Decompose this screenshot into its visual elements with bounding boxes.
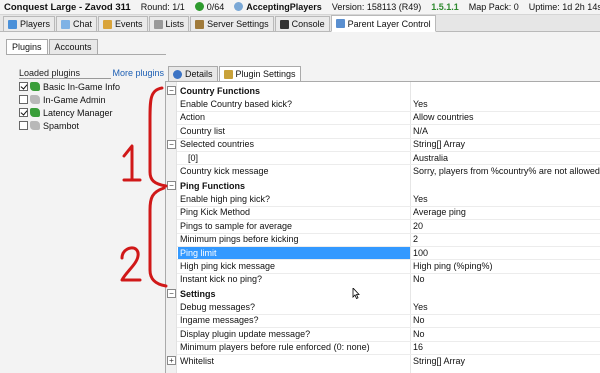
server-status-bar: Conquest Large - Zavod 311 Round: 1/1 0/…	[0, 0, 600, 15]
plugin-label: Basic In-Game Info	[43, 81, 121, 92]
plugin-settings-grid: − Country Functions Enable Country based …	[165, 81, 600, 373]
puzzle-green-icon	[30, 82, 40, 91]
tab-lists[interactable]: Lists	[148, 16, 190, 31]
tab-plugins[interactable]: Plugins	[6, 39, 48, 54]
plugin-label: Latency Manager	[43, 107, 113, 118]
tab-players[interactable]: Players	[3, 16, 56, 31]
tab-accounts[interactable]: Accounts	[48, 39, 98, 54]
setting-row[interactable]: Ping Kick Method Average ping	[166, 206, 600, 219]
puzzle-gray-icon	[30, 95, 40, 104]
category-country-functions[interactable]: − Country Functions	[166, 84, 600, 97]
setting-row[interactable]: Pings to sample for average 20	[166, 219, 600, 232]
tab-plugin-settings[interactable]: Plugin Settings	[218, 66, 301, 81]
round-info: Round: 1/1	[140, 2, 185, 12]
plugin-label: In-Game Admin	[43, 94, 106, 105]
server-settings-icon	[195, 19, 205, 29]
setting-row[interactable]: Enable Country based kick? Yes	[166, 97, 600, 110]
tab-parent-layer-control[interactable]: Parent Layer Control	[330, 15, 436, 32]
lists-icon	[153, 19, 163, 29]
setting-row[interactable]: Country kick message Sorry, players from …	[166, 164, 600, 177]
setting-row[interactable]: Action Allow countries	[166, 111, 600, 124]
setting-row[interactable]: Country list N/A	[166, 124, 600, 137]
main-tab-bar: Players Chat Events Lists Server Setting…	[0, 15, 600, 32]
setting-row[interactable]: − Selected countries String[] Array	[166, 138, 600, 151]
setting-row[interactable]: Debug messages? Yes	[166, 300, 600, 313]
puzzle-gray-icon	[30, 121, 40, 130]
setting-row[interactable]: Minimum pings before kicking 2	[166, 233, 600, 246]
map-pack: Map Pack: 0	[468, 2, 519, 12]
tab-server-settings[interactable]: Server Settings	[190, 16, 274, 31]
setting-row[interactable]: Ingame messages? No	[166, 314, 600, 327]
players-count: 0/64	[194, 2, 224, 12]
main-panel: Plugins Accounts Loaded plugins More plu…	[0, 32, 600, 373]
expand-icon[interactable]: +	[167, 356, 176, 366]
plugin-detail-tabs: Details Plugin Settings	[168, 66, 302, 81]
info-icon	[173, 69, 182, 79]
plugin-enable-checkbox[interactable]	[19, 95, 28, 104]
annotation-number-one	[122, 144, 142, 182]
players-icon	[8, 19, 17, 29]
more-plugins-link[interactable]: More plugins	[112, 68, 164, 78]
plugin-label: Spambot	[43, 120, 80, 131]
setting-row[interactable]: Minimum players before rule enforced (0:…	[166, 341, 600, 354]
category-settings[interactable]: − Settings	[166, 287, 600, 300]
category-ping-functions[interactable]: − Ping Functions	[166, 179, 600, 192]
loaded-plugins-title: Loaded plugins	[19, 68, 81, 78]
console-icon	[279, 19, 289, 29]
setting-row[interactable]: [0] Australia	[166, 151, 600, 164]
setting-row[interactable]: Enable high ping kick? Yes	[166, 192, 600, 205]
procon-build: 1.5.1.1	[431, 2, 459, 12]
server-state: AcceptingPlayers	[234, 2, 322, 12]
bracket-country	[148, 86, 168, 188]
puzzle-green-icon	[30, 108, 40, 117]
tab-details[interactable]: Details	[168, 66, 218, 81]
parent-layer-icon	[335, 19, 345, 28]
plugin-enable-checkbox[interactable]	[19, 82, 28, 91]
server-version: Version: 158113 (R49)	[331, 2, 422, 12]
sub-tab-bar: Plugins Accounts	[6, 39, 99, 54]
divider	[19, 78, 111, 79]
setting-row-selected[interactable]: Ping limit 100	[166, 246, 600, 259]
server-name: Conquest Large - Zavod 311	[4, 1, 131, 13]
events-icon	[103, 19, 113, 29]
setting-row[interactable]: + Whitelist String[] Array	[166, 354, 600, 367]
plugin-enable-checkbox[interactable]	[19, 121, 28, 130]
tab-events[interactable]: Events	[98, 16, 148, 31]
loaded-plugins-header: Loaded plugins More plugins	[19, 68, 164, 78]
setting-row[interactable]: Instant kick no ping? No	[166, 273, 600, 286]
annotation-number-two	[120, 246, 142, 282]
tab-chat[interactable]: Chat	[56, 16, 98, 31]
setting-row[interactable]: High ping kick message High ping (%ping%)	[166, 259, 600, 272]
chat-icon	[61, 19, 71, 29]
uptime: Uptime: 1d 2h 14s	[528, 2, 600, 12]
bracket-ping	[148, 186, 168, 288]
players-status-icon	[194, 2, 204, 11]
tab-console[interactable]: Console	[274, 16, 330, 31]
divider	[6, 54, 166, 55]
annotation-brackets	[120, 86, 168, 288]
setting-row[interactable]: Display plugin update message? No	[166, 327, 600, 340]
plugin-settings-icon	[223, 69, 233, 79]
plugin-enable-checkbox[interactable]	[19, 108, 28, 117]
state-icon	[234, 2, 244, 11]
mouse-cursor-icon	[352, 288, 360, 299]
